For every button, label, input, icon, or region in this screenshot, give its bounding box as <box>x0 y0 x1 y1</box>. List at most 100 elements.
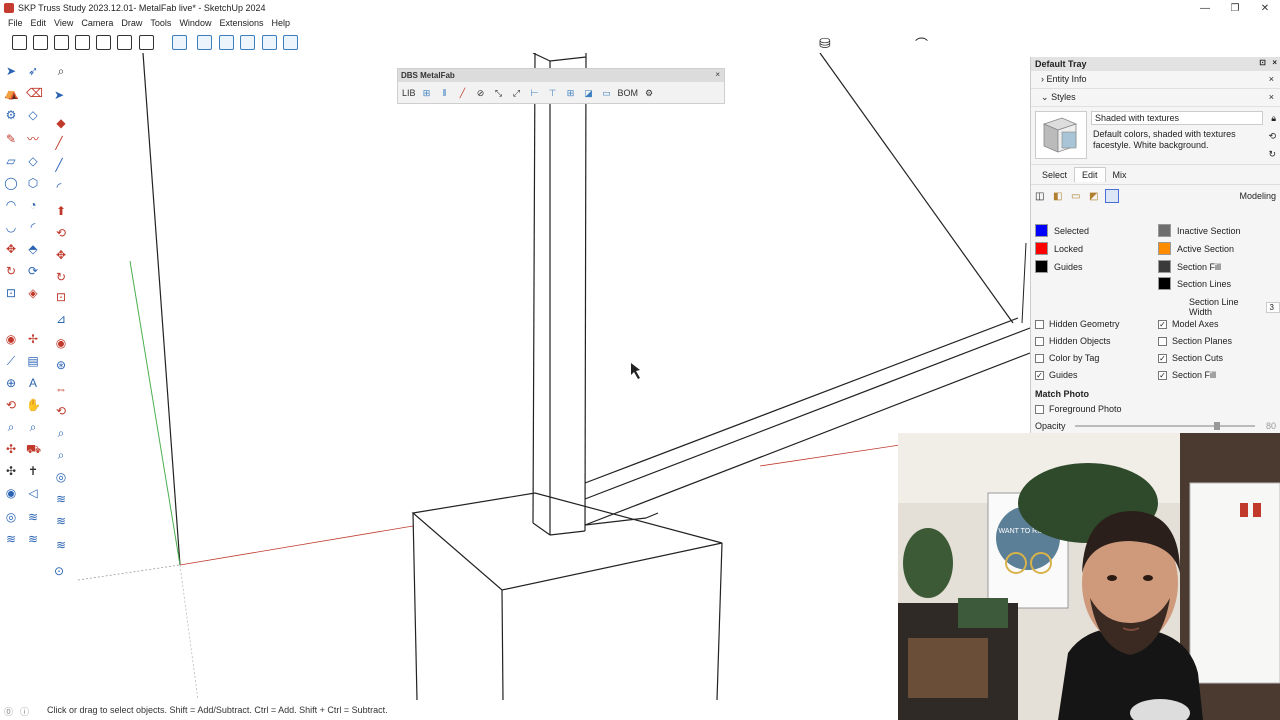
check-guides[interactable]: ✓ Guides <box>1035 370 1078 380</box>
checkbox-checked[interactable]: ✓ <box>1158 319 1167 329</box>
tray-close-icon[interactable]: × <box>1272 58 1277 67</box>
search-tool-icon[interactable]: ⊙ <box>52 564 66 578</box>
followme-icon[interactable]: ⟲ <box>54 226 68 240</box>
tab-mix[interactable]: Mix <box>1106 168 1134 182</box>
lock-icon[interactable]: 🔒︎ <box>1271 113 1276 124</box>
color-active-section[interactable]: Active Section <box>1158 242 1234 255</box>
gear-icon[interactable]: ⚙ <box>642 86 656 100</box>
menu-edit[interactable]: Edit <box>31 18 47 28</box>
move-alt-icon[interactable]: ✥ <box>54 248 68 262</box>
opacity-slider[interactable] <box>1075 422 1255 430</box>
grating-icon[interactable]: ⦀ <box>438 86 452 100</box>
metalfab-close-button[interactable]: × <box>715 70 720 79</box>
bottom-view-icon[interactable] <box>139 35 154 50</box>
orbit-alt-icon[interactable]: ⇔ <box>54 382 68 396</box>
select-icon[interactable]: ➤ <box>4 64 18 78</box>
text-icon[interactable]: ▤ <box>26 354 40 368</box>
menu-file[interactable]: File <box>8 18 23 28</box>
freehand-icon[interactable]: 〰 <box>26 132 40 146</box>
scale-icon[interactable]: ⊡ <box>4 286 18 300</box>
color-section-lines[interactable]: Section Lines <box>1158 277 1231 290</box>
position-camera-icon[interactable]: ⛟ <box>26 442 41 456</box>
edge-settings-icon[interactable]: ◫ <box>1035 191 1044 202</box>
swatch[interactable] <box>1158 224 1171 237</box>
plate-icon[interactable]: ⊞ <box>420 86 434 100</box>
metalfab-header[interactable]: DBS MetalFab × <box>398 69 724 82</box>
arc-icon[interactable]: ◜ <box>52 180 66 194</box>
swatch[interactable] <box>1158 260 1171 273</box>
swatch[interactable] <box>1035 224 1048 237</box>
bolt-icon[interactable]: ⊘ <box>474 86 488 100</box>
checkbox-checked[interactable]: ✓ <box>1035 370 1044 380</box>
minimize-button[interactable]: — <box>1190 0 1220 16</box>
menu-extensions[interactable]: Extensions <box>219 18 263 28</box>
menu-help[interactable]: Help <box>271 18 290 28</box>
line-icon[interactable]: ╱ <box>52 136 66 150</box>
pattern-icon[interactable]: ⊞ <box>564 86 578 100</box>
update-style-icon[interactable]: ⟲ <box>1268 131 1276 142</box>
checkbox-checked[interactable]: ✓ <box>1158 370 1167 380</box>
section-icon[interactable]: ◉ <box>4 486 18 500</box>
tag-icon[interactable]: ◇ <box>26 108 40 122</box>
section-line-width-input[interactable]: 3 <box>1266 301 1280 313</box>
zoom-window-icon[interactable]: ⌕ <box>26 420 40 434</box>
stamp-icon[interactable]: ≋ <box>54 514 68 528</box>
arc-2pt-icon[interactable]: ◠ <box>4 198 18 212</box>
rotate-alt-icon[interactable]: ↻ <box>54 270 68 284</box>
check-section-planes[interactable]: Section Planes <box>1158 336 1232 346</box>
pin-icon[interactable]: ⊡ <box>1259 58 1266 67</box>
brace-icon[interactable]: ⤡ <box>492 86 506 100</box>
check-model-axes[interactable]: ✓ Model Axes <box>1158 319 1219 329</box>
zoom-extents-icon[interactable]: ⌕ <box>54 426 68 440</box>
polygon-icon[interactable]: ⬡ <box>26 176 40 190</box>
tab-select[interactable]: Select <box>1035 168 1074 182</box>
color-selected[interactable]: Selected <box>1035 224 1089 237</box>
menu-view[interactable]: View <box>54 18 73 28</box>
swatch[interactable] <box>1035 242 1048 255</box>
check-hidden-geometry[interactable]: Hidden Geometry <box>1035 319 1120 329</box>
cut-icon[interactable]: ⤢ <box>510 86 524 100</box>
previous-icon[interactable]: ✣ <box>4 442 18 456</box>
checkbox[interactable] <box>1035 404 1044 414</box>
wireframe-icon[interactable] <box>219 35 234 50</box>
display-section-icon[interactable]: ◁ <box>26 486 40 500</box>
right-view-icon[interactable] <box>75 35 90 50</box>
pushpull-alt-icon[interactable]: ⬘ <box>26 242 40 256</box>
pushpull-icon[interactable]: ⬆ <box>54 204 68 218</box>
connection-icon[interactable]: ⊢ <box>528 86 542 100</box>
iso-view-icon[interactable] <box>12 35 27 50</box>
report-icon[interactable]: ▭ <box>600 86 614 100</box>
axes-icon[interactable]: ⊕ <box>4 376 18 390</box>
geolocation-icon[interactable]: ⓪ <box>4 705 13 718</box>
front-view-icon[interactable] <box>54 35 69 50</box>
checkbox[interactable] <box>1035 336 1044 346</box>
drawing-viewport[interactable] <box>78 53 1030 700</box>
hidden-line-icon[interactable] <box>240 35 255 50</box>
walk-tool-icon[interactable]: ✣ <box>4 464 18 478</box>
orbit-icon[interactable]: ⟲ <box>4 398 18 412</box>
lasso-icon[interactable]: ➶ <box>26 64 40 78</box>
move-icon[interactable]: ✥ <box>4 242 18 256</box>
rotate-icon[interactable]: ↻ <box>4 264 18 278</box>
color-guides[interactable]: Guides <box>1035 260 1083 273</box>
color-inactive-section[interactable]: Inactive Section <box>1158 224 1241 237</box>
offset-icon[interactable]: ◈ <box>26 286 40 300</box>
face-settings-icon[interactable]: ◧ <box>1053 191 1062 202</box>
pan-icon[interactable]: ✋ <box>26 398 41 412</box>
checkbox-checked[interactable]: ✓ <box>1158 353 1167 363</box>
style-name-field[interactable]: Shaded with textures <box>1091 111 1263 125</box>
circle-icon[interactable]: ◯ <box>4 176 18 190</box>
pencil-icon[interactable]: ✎ <box>4 132 18 146</box>
check-section-cuts[interactable]: ✓ Section Cuts <box>1158 353 1223 363</box>
from-contours-icon[interactable]: ◎ <box>4 510 18 524</box>
eraser-icon[interactable]: ⌫ <box>26 86 43 100</box>
drape-icon[interactable]: ≋ <box>4 532 18 546</box>
checkbox[interactable] <box>1035 353 1044 363</box>
styles-section[interactable]: ⌄ Styles × <box>1031 89 1280 107</box>
left-view-icon[interactable] <box>117 35 132 50</box>
check-color-by-tag[interactable]: Color by Tag <box>1035 353 1099 363</box>
rotated-rect-icon[interactable]: ◇ <box>26 154 40 168</box>
background-settings-icon[interactable]: ▭ <box>1071 191 1080 202</box>
swatch[interactable] <box>1158 277 1171 290</box>
database-icon[interactable]: ⛁ <box>819 35 831 52</box>
